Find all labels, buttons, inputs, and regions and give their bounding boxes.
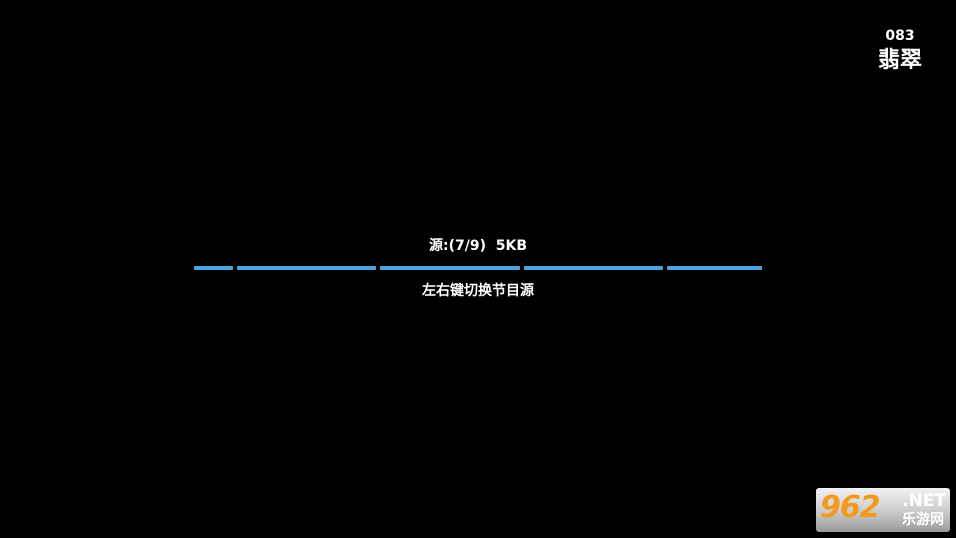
progress-segment (380, 266, 520, 270)
progress-segment (667, 266, 762, 270)
source-status: 源:(7/9) 5KB (429, 238, 527, 254)
watermark-name: 乐游网 (902, 512, 944, 528)
watermark-digits: 962 (820, 490, 881, 525)
video-player-screen: 083 翡翠 源:(7/9) 5KB 左右键切换节目源 962 .NET 乐游网 (0, 0, 956, 538)
site-watermark-logo: 962 .NET 乐游网 (816, 488, 950, 532)
source-switch-panel: 源:(7/9) 5KB 左右键切换节目源 (0, 236, 956, 301)
progress-segment (237, 266, 376, 270)
watermark-suffix: .NET (902, 491, 946, 511)
progress-segment (524, 266, 663, 270)
channel-number: 083 (885, 28, 915, 44)
source-switch-hint: 左右键切换节目源 (422, 283, 534, 299)
channel-name: 翡翠 (877, 48, 922, 73)
loading-progress-bar (194, 266, 762, 270)
channel-info: 083 翡翠 (870, 26, 930, 76)
progress-segment (194, 266, 233, 270)
